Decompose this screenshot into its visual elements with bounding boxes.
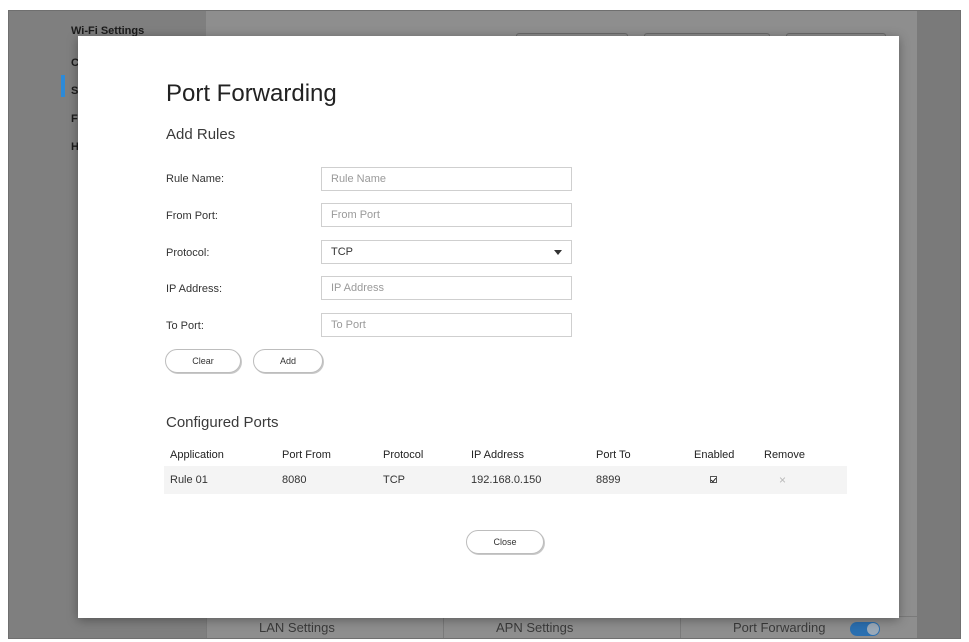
background-right-panel (917, 11, 960, 638)
ip-address-input[interactable] (321, 276, 572, 300)
column-header-application: Application (170, 449, 224, 461)
table-row: Rule 01 8080 TCP 192.168.0.150 8899 × (164, 466, 847, 494)
column-header-ip-address: IP Address (471, 449, 524, 461)
ip-address-label: IP Address: (166, 283, 223, 295)
protocol-select-value: TCP (331, 246, 353, 258)
sidebar-item-3: F (71, 113, 78, 125)
column-header-protocol: Protocol (383, 449, 424, 461)
clear-button[interactable]: Clear (165, 349, 241, 373)
add-button[interactable]: Add (253, 349, 323, 373)
row-port-from: 8080 (282, 474, 307, 486)
column-header-port-from: Port From (282, 449, 331, 461)
from-port-input[interactable] (321, 203, 572, 227)
to-port-input[interactable] (321, 313, 572, 337)
row-ip-address: 192.168.0.150 (471, 474, 542, 486)
background-tab-lan-settings: LAN Settings (206, 617, 443, 638)
from-port-label: From Port: (166, 210, 218, 222)
column-header-port-to: Port To (596, 449, 631, 461)
protocol-label: Protocol: (166, 247, 210, 259)
configured-ports-heading: Configured Ports (166, 414, 279, 431)
row-application: Rule 01 (170, 474, 208, 486)
port-forwarding-dialog: Port Forwarding Add Rules Rule Name: Fro… (78, 36, 899, 618)
row-protocol: TCP (383, 474, 405, 486)
row-port-to: 8899 (596, 474, 621, 486)
background-tab-port-forwarding: Port Forwarding (680, 617, 917, 638)
background-tab-apn-settings: APN Settings (443, 617, 680, 638)
add-rules-heading: Add Rules (166, 126, 236, 143)
ports-table-header: Application Port From Protocol IP Addres… (164, 445, 847, 465)
close-button[interactable]: Close (466, 530, 544, 554)
dialog-title: Port Forwarding (166, 80, 337, 107)
to-port-label: To Port: (166, 320, 204, 332)
enabled-checkbox[interactable] (710, 474, 717, 486)
background-bottom-tabs: LAN Settings APN Settings Port Forwardin… (206, 616, 917, 638)
column-header-enabled: Enabled (694, 449, 735, 461)
rule-name-input[interactable] (321, 167, 572, 191)
column-header-remove: Remove (764, 449, 805, 461)
protocol-select[interactable]: TCP (321, 240, 572, 264)
remove-icon[interactable]: × (779, 473, 786, 487)
background-toggle (850, 622, 880, 636)
checkbox-checked-icon (710, 476, 717, 483)
chevron-down-icon (554, 249, 562, 255)
rule-name-label: Rule Name: (166, 173, 225, 185)
sidebar-active-indicator (61, 75, 65, 97)
